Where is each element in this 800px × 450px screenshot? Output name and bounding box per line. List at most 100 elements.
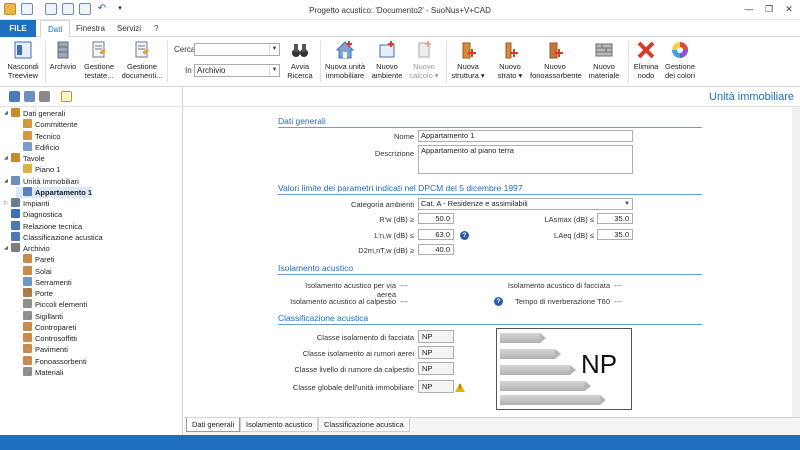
minimize-button[interactable]: — — [738, 2, 760, 17]
isolamento-calpestio-value: --- — [400, 297, 408, 306]
document-edit-icon — [92, 41, 106, 58]
nuovo-calcolo-button[interactable]: Nuovo calcolo ▾ — [407, 40, 441, 80]
isolamento-calpestio-label: Isolamento acustico al calpestio — [290, 297, 396, 306]
rw-label: R'w (dB) ≥ — [379, 215, 414, 224]
expand-all-icon[interactable] — [9, 91, 20, 102]
expand-toggle-icon[interactable]: ◢ — [4, 243, 11, 254]
main-panel: Unità immobiliare Dati generali Nome App… — [184, 87, 800, 435]
chevron-down-icon[interactable]: ▼ — [269, 65, 279, 76]
tab-dati-generali[interactable]: Dati generali — [186, 418, 241, 432]
gestione-documenti-button[interactable]: Gestione documenti... — [120, 40, 164, 80]
tab-finestra[interactable]: Finestra — [69, 20, 112, 37]
help-icon[interactable]: ? — [494, 297, 503, 306]
tree-node[interactable]: Serramenti — [16, 276, 72, 288]
tree-node[interactable]: ▷ Impianti — [4, 198, 49, 209]
section-divider — [278, 194, 702, 195]
in-combo[interactable]: Archivio ▼ — [194, 64, 280, 77]
structure-add-icon — [462, 42, 476, 59]
note-icon[interactable] — [61, 91, 72, 102]
binoculars-icon — [292, 44, 308, 57]
ceiling-icon — [23, 333, 32, 342]
chevron-down-icon[interactable]: ▼ — [622, 199, 632, 209]
tree-node[interactable]: Contropareti — [16, 321, 76, 333]
rw-field[interactable]: 50.0 — [418, 213, 454, 224]
help-tab[interactable]: ? — [147, 20, 165, 37]
restore-button[interactable]: ❐ — [758, 2, 780, 17]
lnw-field[interactable]: 63.0 — [418, 229, 454, 240]
chevron-down-icon[interactable]: ▼ — [269, 44, 279, 55]
tree-node[interactable]: Pavimenti — [16, 344, 68, 355]
print-tree-icon[interactable] — [39, 91, 50, 102]
nuovo-materiale-button[interactable]: Nuovo materiale — [584, 40, 624, 80]
archivio-button[interactable]: Archivio — [48, 40, 78, 71]
laeq-field[interactable]: 35.0 — [597, 229, 633, 240]
nuova-unita-immobiliare-button[interactable]: Nuova unità immobiliare — [323, 40, 367, 80]
tree-panel: ◢ Dati generali Committente Tecnico Edificio… — [0, 87, 183, 435]
avvia-ricerca-button[interactable]: Avvia Ricerca — [284, 40, 316, 80]
nuova-struttura-button[interactable]: Nuova struttura ▾ — [450, 40, 486, 80]
warning-mark: ! — [459, 385, 461, 391]
expand-toggle-icon[interactable]: ◢ — [4, 176, 11, 187]
tree-node[interactable]: ◢ Archivio — [4, 243, 50, 254]
tree-node[interactable]: Piccoli elementi — [16, 299, 87, 310]
tree-node[interactable]: Porte — [16, 288, 53, 299]
laeq-label: LAeq (dB) ≤ — [554, 231, 594, 240]
nome-field[interactable]: Appartamento 1 — [418, 130, 633, 142]
tree-node[interactable]: Classificazione acustica — [4, 231, 103, 243]
expand-toggle-icon[interactable]: ▷ — [4, 198, 11, 209]
lasmax-label: LAsmax (dB) ≤ — [544, 215, 594, 224]
vertical-scrollbar[interactable] — [792, 107, 800, 417]
elimina-nodo-button[interactable]: Elimina nodo — [631, 40, 661, 80]
tree-node[interactable]: Pareti — [16, 254, 55, 265]
tree-node[interactable]: ◢ Tavole — [4, 153, 45, 164]
cerca-combo[interactable]: ▼ — [194, 43, 280, 56]
hide-treeview-button[interactable]: Nascondi Treeview — [4, 40, 42, 80]
lasmax-field[interactable]: 35.0 — [597, 213, 633, 224]
lnw-label: L'n,w (dB) ≤ — [374, 231, 414, 240]
tree-node[interactable]: Piano 1 — [16, 164, 60, 175]
tree-node[interactable]: ◢ Dati generali — [4, 108, 65, 119]
file-tab[interactable]: FILE — [0, 20, 36, 37]
classe-facciata-value: NP — [418, 330, 454, 343]
gestione-testate-button[interactable]: Gestione testate... — [80, 40, 118, 80]
tree-node[interactable]: Materiali — [16, 366, 63, 378]
tree-node[interactable]: Sigillanti — [16, 310, 63, 322]
tree-node[interactable]: Edificio — [16, 141, 60, 153]
help-icon[interactable]: ? — [460, 231, 469, 240]
document-icon — [11, 231, 20, 241]
categoria-select[interactable]: Cat. A - Residenze e assimilabili ▼ — [418, 198, 633, 210]
descrizione-label: Descrizione — [374, 149, 414, 158]
descrizione-field[interactable]: Appartamento al piano terra — [418, 145, 633, 174]
tree-node[interactable]: Tecnico — [16, 130, 60, 142]
tree-node[interactable]: Appartamento 1 — [16, 186, 93, 198]
tree-node[interactable]: Controsoffitti — [16, 333, 77, 344]
pencil-icon — [23, 164, 32, 174]
wall-icon — [23, 321, 32, 331]
expand-toggle-icon[interactable]: ◢ — [4, 108, 11, 119]
expand-toggle-icon[interactable]: ◢ — [4, 153, 11, 164]
nuovo-ambiente-button[interactable]: Nuovo ambiente — [370, 40, 404, 80]
gestione-colori-button[interactable]: Gestione dei colori — [663, 40, 697, 80]
collapse-all-icon[interactable] — [24, 91, 35, 102]
tree-node-label: Edificio — [35, 142, 60, 152]
tree-node[interactable]: Solai — [16, 265, 52, 277]
tab-dati[interactable]: Dati — [40, 20, 71, 38]
nuovo-strato-button[interactable]: Nuovo strato ▾ — [492, 40, 528, 80]
tree-node[interactable]: Diagnostica — [4, 209, 62, 220]
window-icon — [23, 276, 32, 286]
tree-node[interactable]: ◢ Unità Immobiliari — [4, 175, 79, 187]
tab-isolamento-acustico[interactable]: Isolamento acustico — [240, 418, 319, 432]
title-bar: ↶ ▾ Progetto acustico: 'Documento2' - Su… — [0, 0, 800, 20]
nuovo-fonoassorbente-button[interactable]: Nuovo fonoassorbente — [530, 40, 582, 80]
tree-node[interactable]: Fonoassorbenti — [16, 355, 87, 367]
documents-icon — [135, 41, 149, 58]
classe-calpestio-value: NP — [418, 362, 454, 375]
tab-servizi[interactable]: Servizi — [110, 20, 148, 37]
tree-node[interactable]: Relazione tecnica — [4, 220, 82, 232]
close-button[interactable]: ✕ — [778, 2, 800, 17]
treeview-icon — [14, 41, 32, 59]
door-icon — [23, 288, 32, 297]
tab-classificazione-acustica[interactable]: Classificazione acustica — [318, 418, 410, 432]
d2m-field[interactable]: 40.0 — [418, 244, 454, 255]
tree-node[interactable]: Committente — [16, 119, 78, 130]
